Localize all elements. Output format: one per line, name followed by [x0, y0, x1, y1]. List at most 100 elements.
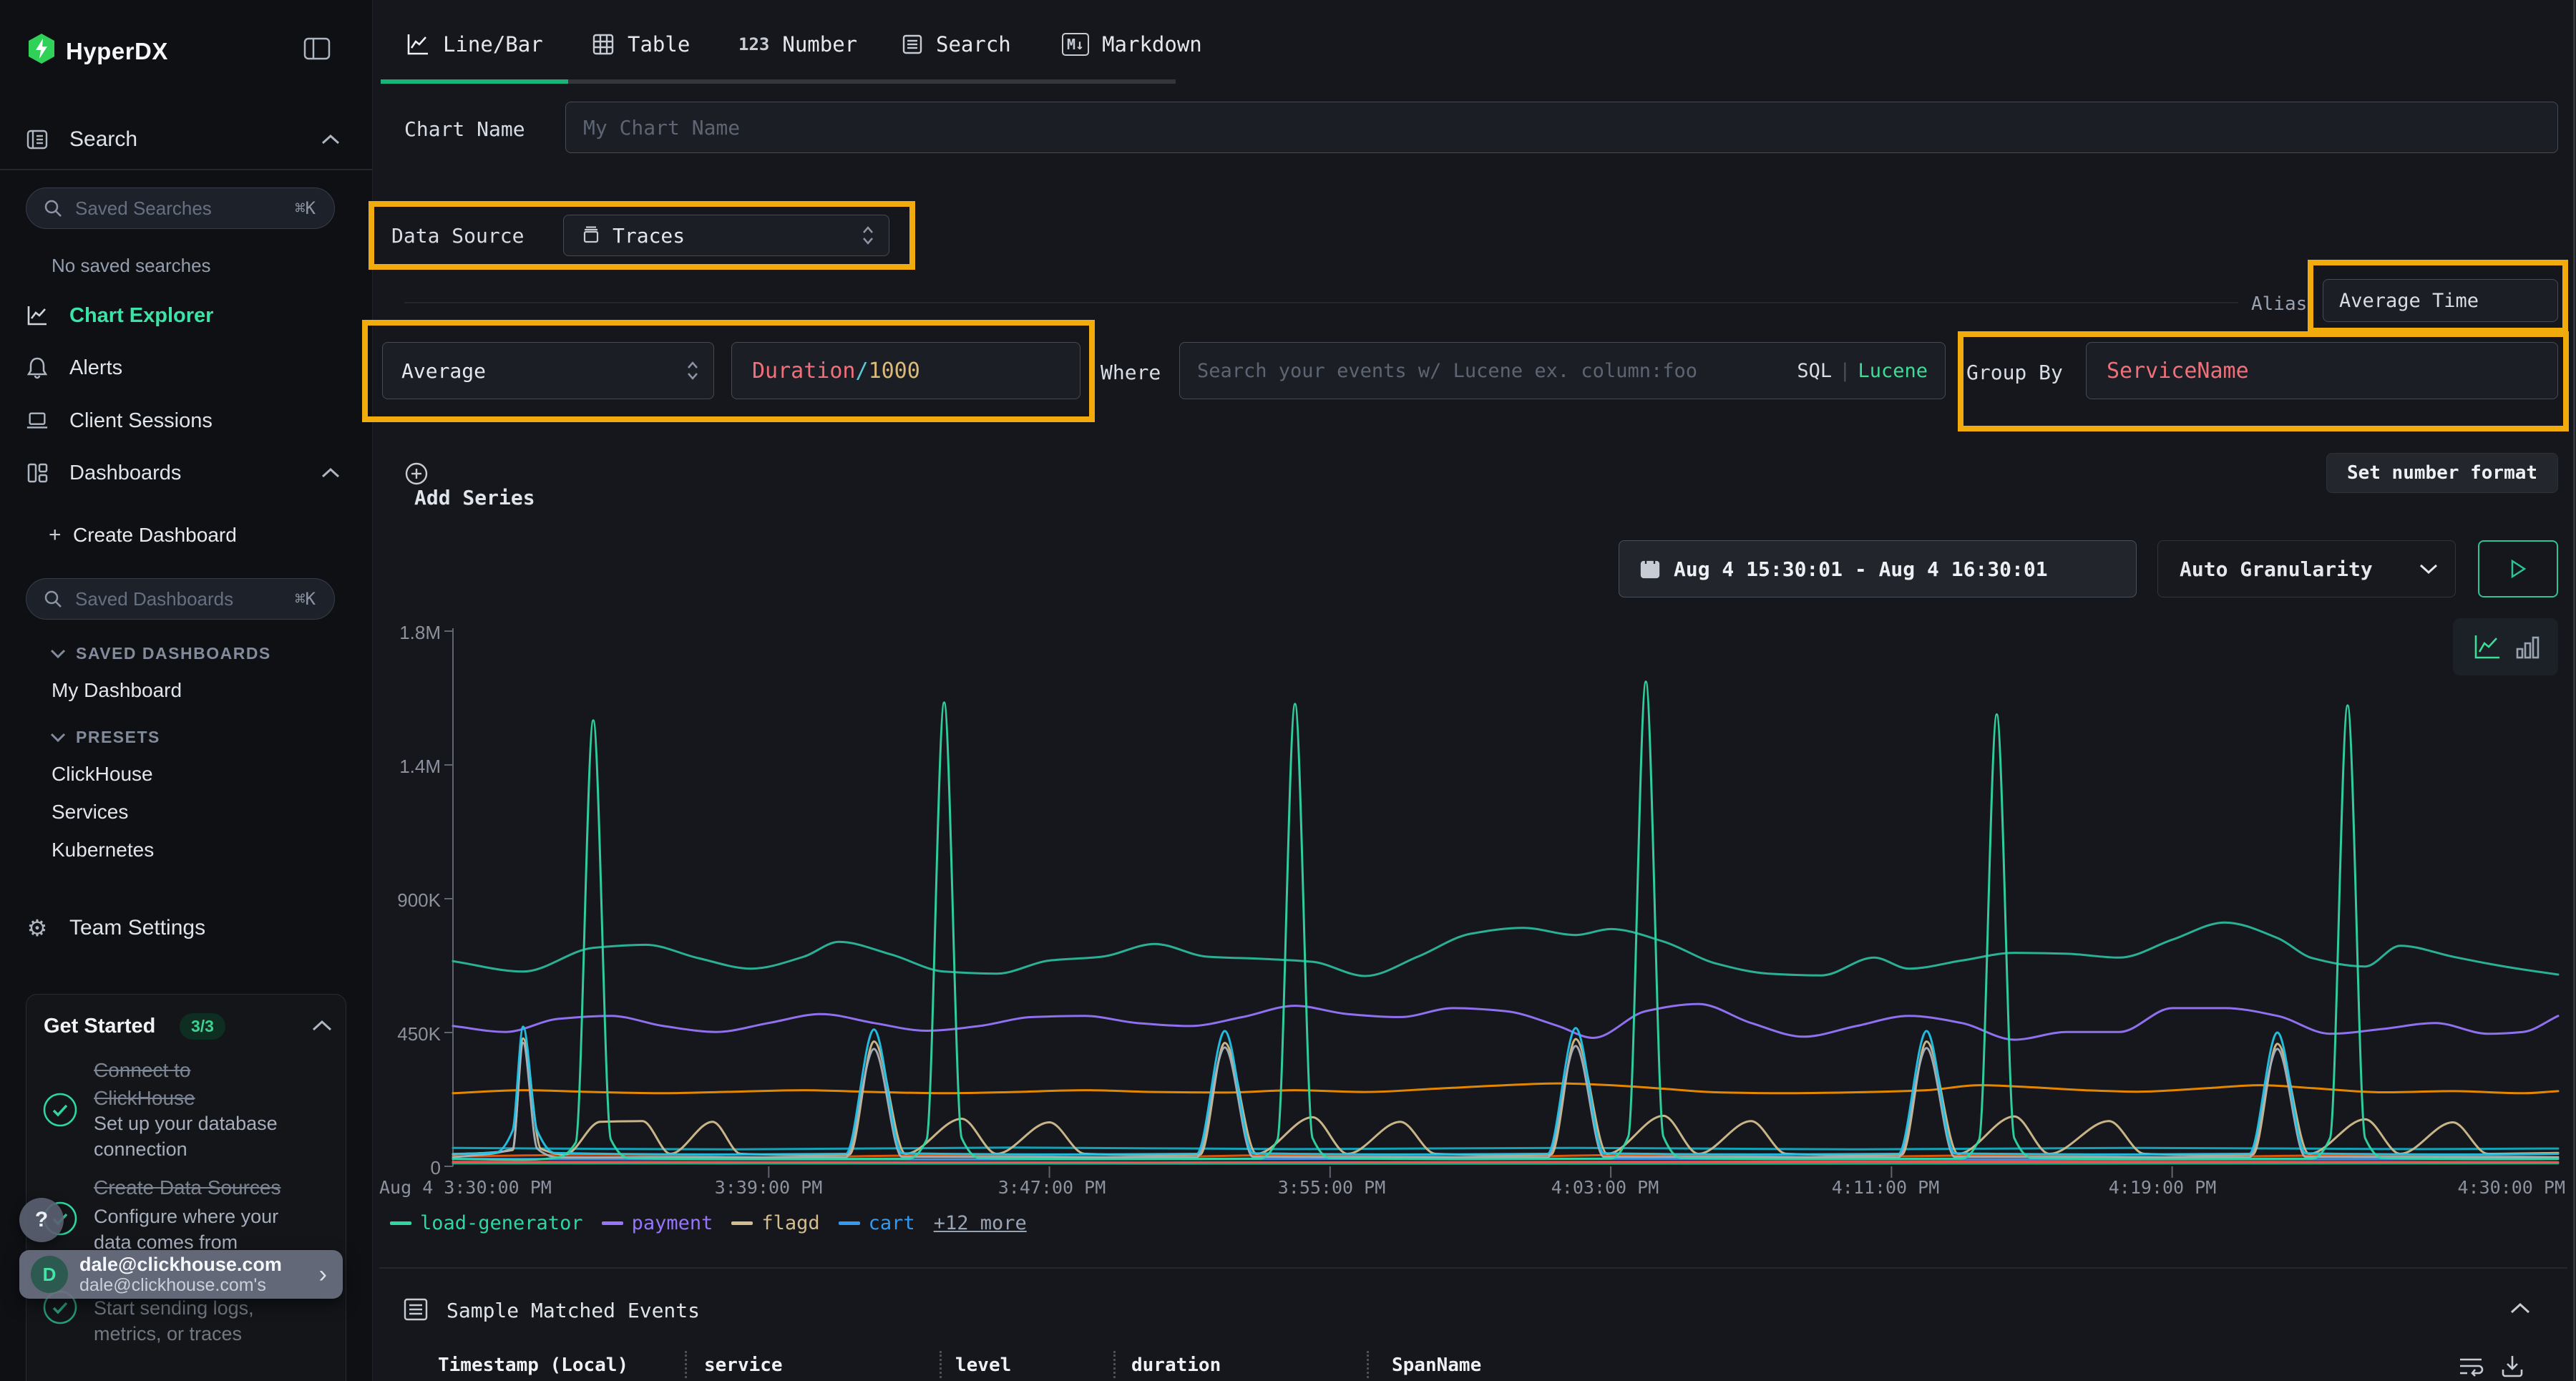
chart-series	[453, 1038, 2558, 1155]
sidebar-item-my-dashboard[interactable]: My Dashboard	[52, 679, 182, 702]
plus-circle-icon	[404, 462, 429, 486]
group-by-input[interactable]: ServiceName	[2086, 342, 2558, 399]
events-divider	[379, 1267, 2567, 1269]
column-header-level[interactable]: level	[955, 1355, 1011, 1376]
tab-table[interactable]: Table	[592, 24, 690, 64]
column-header-timestamp[interactable]: Timestamp (Local)	[438, 1355, 628, 1376]
timeseries-chart[interactable]	[439, 625, 2562, 1184]
sidebar-item-alerts[interactable]: Alerts	[0, 346, 372, 389]
x-axis-label: 4:03:00 PM	[1512, 1177, 1698, 1198]
where-input[interactable]	[1180, 360, 1797, 382]
legend-item[interactable]: cart	[839, 1212, 915, 1234]
play-icon	[2509, 559, 2527, 579]
avatar: D	[31, 1256, 68, 1293]
chevron-down-icon	[2419, 563, 2438, 575]
where-field[interactable]: SQL | Lucene	[1179, 342, 1946, 399]
group-by-label: Group By	[1966, 361, 2063, 384]
presets-heading[interactable]: PRESETS	[50, 728, 160, 747]
legend-item[interactable]: payment	[602, 1212, 713, 1234]
alias-field[interactable]	[2323, 279, 2558, 322]
sidebar-divider	[0, 169, 372, 170]
saved-dashboards-heading[interactable]: SAVED DASHBOARDS	[50, 644, 271, 663]
column-separator	[1113, 1351, 1116, 1378]
sql-toggle[interactable]: SQL	[1797, 360, 1832, 382]
collapse-sidebar-icon[interactable]	[303, 37, 331, 60]
column-separator	[685, 1351, 687, 1378]
legend-more-link[interactable]: +12 more	[934, 1212, 1027, 1234]
collapse-events-chevron[interactable]	[2509, 1301, 2532, 1315]
lucene-toggle[interactable]: Lucene	[1858, 360, 1928, 382]
tab-markdown[interactable]: M↓ Markdown	[1062, 24, 1202, 64]
plus-icon: +	[49, 523, 62, 547]
chart-series	[453, 1043, 2558, 1158]
saved-searches-input[interactable]: Saved Searches ⌘K	[26, 187, 335, 229]
sidebar-item-chart-explorer[interactable]: Chart Explorer	[0, 294, 372, 337]
chevron-right-icon: ›	[319, 1261, 327, 1289]
sidebar-item-clickhouse[interactable]: ClickHouse	[52, 763, 153, 786]
wrap-text-icon[interactable]	[2457, 1354, 2484, 1378]
tab-line-bar[interactable]: Line/Bar	[406, 24, 543, 64]
legend-swatch	[839, 1221, 860, 1225]
calendar-icon	[1639, 558, 1661, 580]
create-dashboard-button[interactable]: + Create Dashboard	[0, 514, 372, 557]
chevron-up-icon	[321, 134, 341, 145]
column-header-service[interactable]: service	[704, 1355, 783, 1376]
help-button[interactable]: ?	[19, 1198, 64, 1242]
laptop-icon	[26, 409, 49, 432]
sidebar-item-kubernetes[interactable]: Kubernetes	[52, 839, 154, 862]
chart-name-label: Chart Name	[404, 117, 525, 141]
get-started-title: Get Started	[44, 1015, 155, 1038]
gear-icon: ⚙	[26, 917, 49, 940]
granularity-select[interactable]: Auto Granularity	[2157, 540, 2456, 597]
chart-name-input[interactable]	[566, 116, 2557, 140]
x-axis-label: 3:47:00 PM	[959, 1177, 1145, 1198]
date-range-picker[interactable]: Aug 4 15:30:01 - Aug 4 16:30:01	[1619, 540, 2137, 597]
get-started-step-title: Create Data Sources	[94, 1173, 316, 1201]
alias-input[interactable]	[2323, 290, 2557, 312]
scrollbar-track[interactable]	[2573, 0, 2575, 1381]
tab-search[interactable]: Search	[902, 24, 1011, 64]
get-started-step-title: Connect to ClickHouse	[94, 1056, 280, 1112]
bell-icon	[26, 356, 49, 379]
chart-series	[453, 682, 2558, 1160]
legend-swatch	[731, 1221, 753, 1225]
sidebar-item-dashboards[interactable]: Dashboards	[0, 452, 372, 494]
aggregation-select[interactable]: Average	[382, 342, 714, 399]
number-123-icon: 123	[738, 34, 769, 54]
events-panel-icon	[403, 1297, 429, 1322]
hyperdx-logo-icon	[26, 33, 57, 64]
line-chart-icon	[406, 32, 430, 57]
column-header-duration[interactable]: duration	[1131, 1355, 1221, 1376]
no-saved-searches-text: No saved searches	[52, 255, 211, 277]
shortcut-kbd: ⌘K	[295, 589, 316, 609]
get-started-progress-badge: 3/3	[180, 1013, 225, 1040]
chart-series	[453, 1148, 2558, 1150]
chevron-updown-icon	[686, 360, 699, 381]
chart-name-field[interactable]	[565, 102, 2558, 153]
download-icon[interactable]	[2500, 1354, 2524, 1378]
sidebar: HyperDX Search Saved Searches	[0, 0, 373, 1381]
saved-dashboards-input[interactable]: Saved Dashboards ⌘K	[26, 578, 335, 620]
tab-number[interactable]: 123 Number	[738, 24, 857, 64]
legend-item[interactable]: flagd	[731, 1212, 819, 1234]
search-icon	[44, 199, 62, 218]
chart-series	[453, 922, 2558, 976]
sidebar-item-team-settings[interactable]: ⚙ Team Settings	[0, 907, 372, 950]
field-expression-input[interactable]: Duration/1000	[731, 342, 1080, 399]
data-source-select[interactable]: Traces	[563, 215, 889, 256]
sidebar-item-client-sessions[interactable]: Client Sessions	[0, 399, 372, 442]
add-series-button[interactable]: Add Series	[404, 462, 535, 509]
tab-active-indicator	[381, 79, 568, 84]
brand-title: HyperDX	[66, 38, 168, 65]
sidebar-item-services[interactable]: Services	[52, 801, 128, 824]
column-header-spanname[interactable]: SpanName	[1392, 1355, 1481, 1376]
legend-item[interactable]: load-generator	[390, 1212, 583, 1234]
get-started-step-subtitle: Set up your database connection	[94, 1111, 308, 1162]
operator-token: /	[856, 358, 869, 384]
run-query-button[interactable]	[2478, 540, 2558, 597]
set-number-format-button[interactable]: Set number format	[2326, 453, 2558, 493]
sidebar-section-search[interactable]: Search	[0, 118, 372, 161]
where-label: Where	[1101, 361, 1161, 384]
chart-series	[453, 1161, 2558, 1162]
user-menu[interactable]: D dale@clickhouse.com dale@clickhouse.co…	[19, 1250, 343, 1299]
